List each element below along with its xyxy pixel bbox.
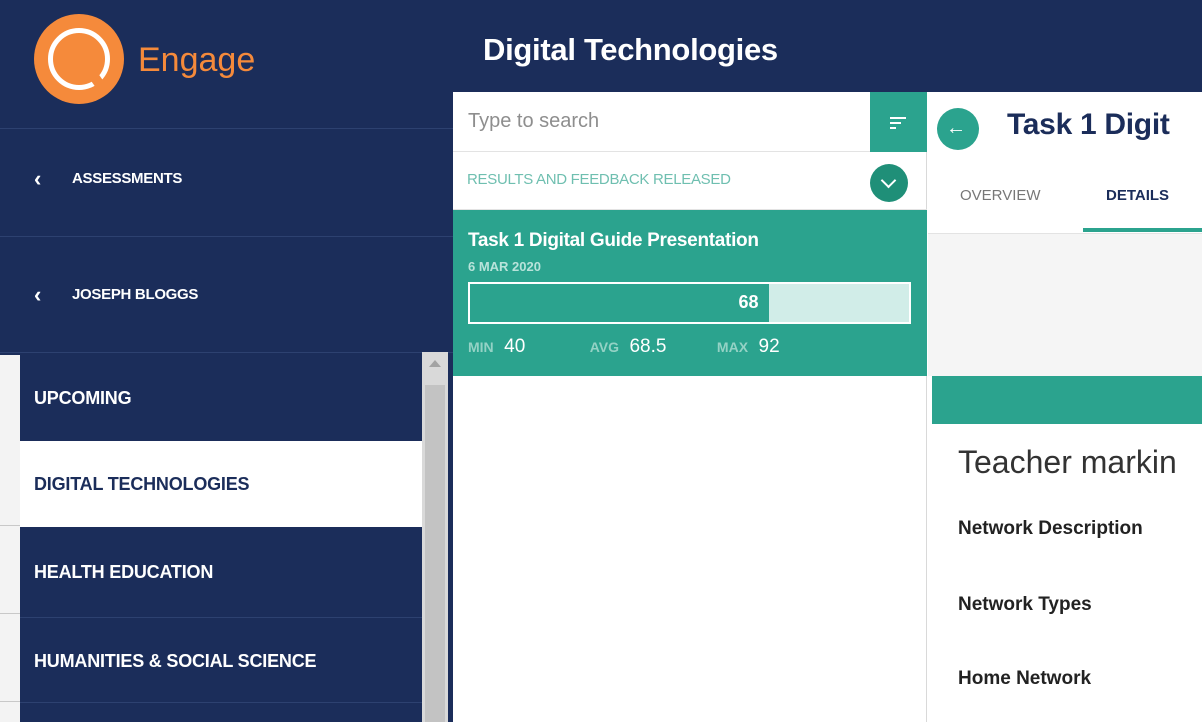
sidebar-item-health-education[interactable]: HEALTH EDUCATION — [20, 529, 422, 615]
filter-icon — [890, 117, 906, 119]
filter-button[interactable] — [870, 92, 927, 152]
filter-icon-bar — [890, 127, 896, 129]
max-label: MAX — [716, 339, 749, 355]
task-title: Task 1 Digit — [1007, 108, 1170, 141]
detail-banner — [932, 376, 1202, 424]
divider — [0, 352, 453, 353]
divider — [0, 236, 453, 237]
scroll-up-arrow-icon[interactable] — [429, 360, 441, 367]
score-progress-bar: 68 — [468, 282, 911, 324]
avg-label: AVG — [589, 339, 620, 355]
avg-value: 68.5 — [629, 336, 667, 357]
page-title: Digital Technologies — [483, 32, 778, 67]
gutter-divider — [0, 701, 20, 702]
back-link-label: JOSEPH BLOGGS — [72, 286, 199, 303]
sidebar-gutter — [0, 355, 20, 722]
criterion-label: Network Description — [958, 518, 1143, 539]
tab-overview[interactable]: OVERVIEW — [960, 187, 1041, 204]
assessment-title: Task 1 Digital Guide Presentation — [468, 230, 759, 251]
min-label: MIN — [468, 339, 494, 355]
criterion-label: Home Network — [958, 668, 1092, 689]
scrollbar-thumb[interactable] — [425, 385, 445, 722]
gutter-divider — [0, 613, 20, 614]
min-value: 40 — [504, 336, 526, 357]
search-input[interactable] — [453, 92, 870, 152]
section-heading: Teacher markin — [958, 444, 1177, 480]
chevron-left-icon: ‹ — [34, 166, 42, 191]
chevron-left-icon: ‹ — [34, 282, 42, 307]
back-to-assessments-link[interactable]: ‹ ASSESSMENTS — [34, 164, 182, 194]
app-name: Engage — [138, 41, 256, 79]
active-tab-indicator — [1083, 228, 1202, 232]
tab-details[interactable]: DETAILS — [1106, 187, 1169, 204]
sidebar-item-humanities[interactable]: HUMANITIES & SOCIAL SCIENCE — [20, 617, 422, 703]
max-value: 92 — [758, 336, 780, 357]
score-progress-fill: 68 — [470, 284, 769, 322]
gutter-divider — [0, 525, 20, 526]
score-value: 68 — [738, 292, 759, 312]
filter-icon-bar — [890, 122, 901, 124]
status-dropdown-button[interactable] — [870, 164, 908, 202]
sidebar-item-upcoming[interactable]: UPCOMING — [20, 355, 422, 441]
arrow-left-icon: ← — [946, 117, 966, 139]
sidebar-item-next[interactable] — [20, 702, 422, 722]
back-to-student-link[interactable]: ‹ JOSEPH BLOGGS — [34, 280, 198, 310]
detail-summary-area — [928, 234, 1202, 376]
back-link-label: ASSESSMENTS — [72, 170, 183, 187]
assessment-date: 6 MAR 2020 — [468, 259, 541, 274]
score-stats: MIN 40 AVG 68.5 MAX 92 — [468, 336, 780, 362]
divider — [0, 128, 453, 129]
criterion-label: Network Types — [958, 594, 1092, 615]
chevron-down-icon — [880, 172, 897, 189]
status-filter-label: RESULTS AND FEEDBACK RELEASED — [467, 171, 731, 188]
back-button[interactable]: ← — [937, 108, 979, 150]
sidebar-item-digital-technologies[interactable]: DIGITAL TECHNOLOGIES — [20, 441, 422, 527]
